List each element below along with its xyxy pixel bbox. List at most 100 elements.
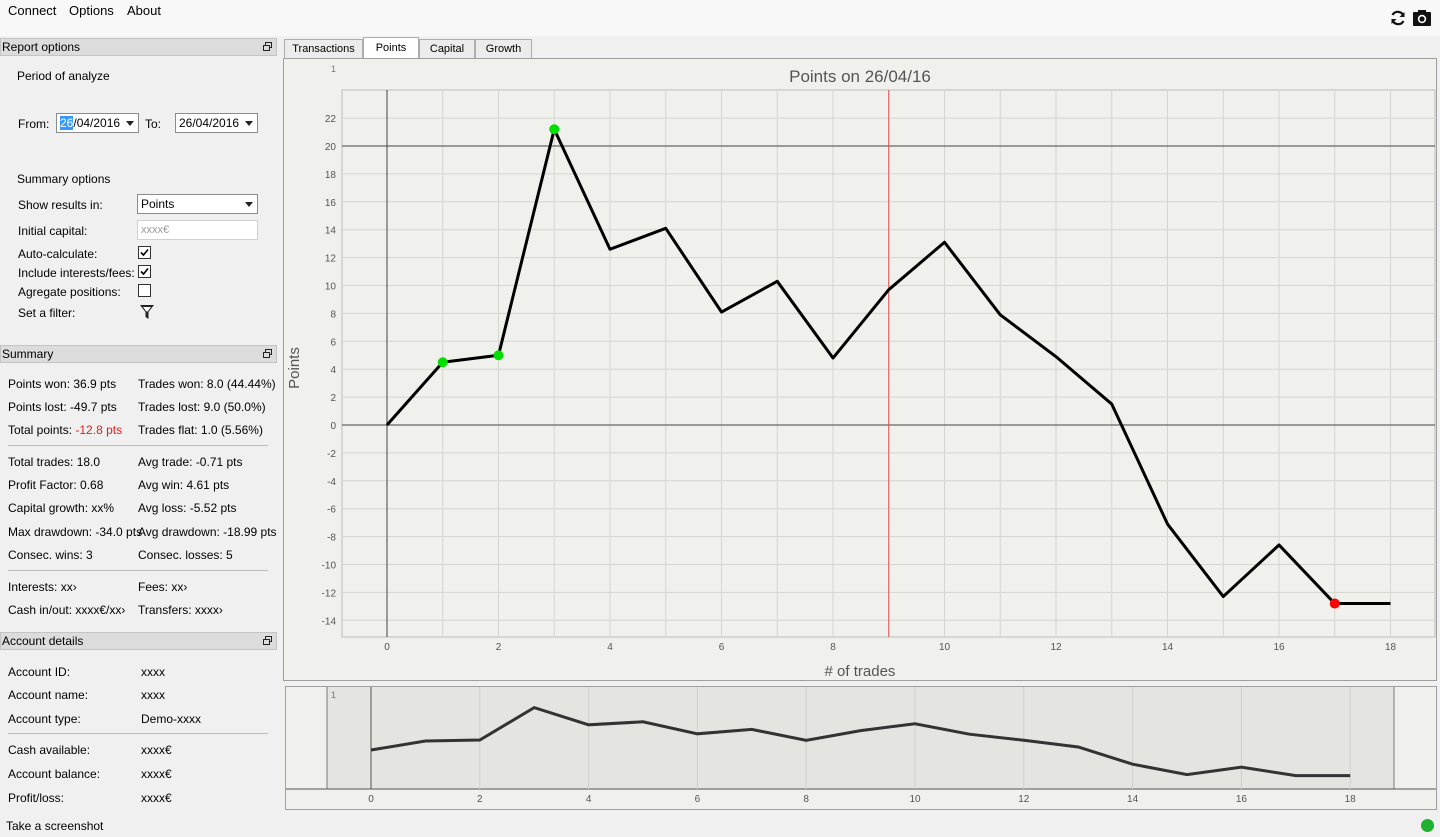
y-tick-label: -14 — [322, 616, 337, 627]
tab-transactions[interactable]: Transactions — [284, 39, 363, 58]
overview-tick-label: 2 — [477, 794, 483, 805]
x-tick-label: 12 — [1050, 642, 1062, 653]
status-text: Take a screenshot — [6, 819, 104, 833]
checkmark-icon — [140, 248, 149, 257]
interests: Interests: xx› — [8, 580, 77, 594]
points-won: Points won: 36.9 pts — [8, 377, 117, 391]
y-tick-label: 12 — [325, 254, 337, 265]
account-id-value: xxxx — [141, 665, 165, 679]
y-tick-label: 10 — [325, 282, 337, 293]
chevron-down-icon[interactable] — [245, 121, 253, 126]
show-results-select[interactable]: Points — [137, 194, 258, 214]
float-window-icon[interactable] — [263, 42, 272, 51]
aggregate-checkbox[interactable] — [138, 284, 151, 297]
overview-tick-label: 14 — [1127, 794, 1139, 805]
fees: Fees: xx› — [138, 580, 188, 594]
overview-tick-label: 10 — [909, 794, 921, 805]
y-tick-label: -4 — [327, 477, 336, 488]
overview-tick-label: 8 — [803, 794, 809, 805]
x-tick-label: 0 — [384, 642, 390, 653]
y-tick-label: -10 — [322, 561, 337, 572]
avg-loss: Avg loss: -5.52 pts — [138, 501, 237, 515]
trades-won: Trades won: 8.0 (44.44%) — [138, 377, 276, 391]
avg-win: Avg win: 4.61 pts — [138, 478, 230, 492]
overview-corner-label: 1 — [331, 690, 336, 700]
overview-selection — [327, 687, 1394, 789]
float-window-icon[interactable] — [263, 349, 272, 358]
from-label: From: — [18, 117, 50, 131]
checkmark-icon — [140, 267, 149, 276]
camera-icon[interactable] — [1412, 9, 1432, 27]
y-tick-label: 4 — [330, 365, 336, 376]
y-tick-label: 14 — [325, 226, 337, 237]
x-axis-label: # of trades — [825, 663, 896, 680]
y-tick-label: -12 — [322, 588, 337, 599]
summary-panel: Summary Points won: 36.9 pts Trades won:… — [0, 345, 277, 625]
period-label: Period of analyze — [17, 69, 110, 83]
consec-losses: Consec. losses: 5 — [138, 548, 233, 562]
avg-trade: Avg trade: -0.71 pts — [138, 455, 243, 469]
transfers: Transfers: xxxx› — [138, 603, 223, 617]
tab-points[interactable]: Points — [363, 37, 419, 58]
menu-about[interactable]: About — [127, 3, 161, 18]
initial-capital-label: Initial capital: — [18, 224, 88, 238]
account-balance-value: xxxx€ — [141, 767, 172, 781]
auto-calculate-label: Auto-calculate: — [18, 247, 98, 261]
menu-connect[interactable]: Connect — [8, 3, 56, 18]
y-tick-label: 8 — [330, 309, 336, 320]
account-id-label: Account ID: — [8, 665, 71, 679]
summary-options-label: Summary options — [17, 172, 111, 186]
filter-label: Set a filter: — [18, 306, 76, 320]
y-tick-label: 22 — [325, 114, 337, 125]
chevron-down-icon[interactable] — [126, 121, 134, 126]
points-chart-svg[interactable]: -14-12-10-8-6-4-202468101214161820220 2 4 6… — [284, 59, 1436, 680]
auto-calculate-checkbox[interactable] — [138, 246, 151, 259]
profit-loss-value: xxxx€ — [141, 791, 172, 805]
report-options-panel: Report options Period of analyze From: 2… — [0, 38, 277, 338]
cash-available-label: Cash available: — [8, 743, 91, 757]
float-window-icon[interactable] — [263, 636, 272, 645]
filter-icon[interactable] — [139, 304, 155, 320]
points-lost: Points lost: -49.7 pts — [8, 400, 117, 414]
divider — [8, 733, 268, 734]
y-tick-label: 2 — [330, 393, 336, 404]
overview-tick-label: 0 — [368, 794, 374, 805]
account-type-value: Demo-xxxx — [141, 712, 202, 726]
account-name-value: xxxx — [141, 688, 165, 702]
y-tick-label: 18 — [325, 170, 337, 181]
x-tick-label: 18 — [1385, 642, 1397, 653]
initial-capital-input[interactable]: xxxx€ — [137, 220, 258, 240]
trade-marker — [437, 357, 448, 368]
y-tick-label: 16 — [325, 198, 337, 209]
x-tick-label: 8 — [830, 642, 836, 653]
chevron-down-icon[interactable] — [245, 202, 253, 207]
total-points: Total points: -12.8 pts — [8, 423, 123, 437]
to-date-field[interactable]: 26/04/2016 — [175, 113, 258, 133]
report-options-title: Report options — [0, 38, 277, 56]
y-tick-label: -2 — [327, 449, 336, 460]
corner-label: 1 — [331, 64, 336, 74]
max-drawdown: Max drawdown: -34.0 pts — [8, 525, 143, 539]
y-tick-label: -8 — [327, 533, 336, 544]
total-trades: Total trades: 18.0 — [8, 455, 101, 469]
account-type-label: Account type: — [8, 712, 81, 726]
y-axis-label: Points — [286, 347, 303, 389]
overview-chart-svg[interactable]: 0 2 4 6 8 10 12 14 16 18 1 — [286, 687, 1436, 809]
include-fees-checkbox[interactable] — [138, 265, 151, 278]
refresh-icon[interactable] — [1389, 9, 1407, 27]
points-chart: -14 -12 -10 -8 -6 -4 -2 0 2 4 6 8 10 12 14 16 18 20 22 0 2 4 6… — [283, 58, 1437, 681]
account-balance-label: Account balance: — [8, 767, 101, 781]
from-date-field[interactable]: 26/04/2016 — [56, 113, 139, 133]
trades-flat: Trades flat: 1.0 (5.56%) — [138, 423, 263, 437]
y-tick-label: 20 — [325, 142, 337, 153]
x-tick-label: 6 — [719, 642, 725, 653]
y-tick-label: -6 — [327, 505, 336, 516]
x-tick-label: 10 — [939, 642, 951, 653]
x-tick-label: 16 — [1273, 642, 1285, 653]
tab-growth[interactable]: Growth — [475, 39, 532, 58]
tab-capital[interactable]: Capital — [419, 39, 475, 58]
y-tick-label: 0 — [330, 421, 336, 432]
total-points-value: -12.8 pts — [75, 423, 123, 437]
menu-options[interactable]: Options — [69, 3, 114, 18]
account-name-label: Account name: — [8, 688, 89, 702]
